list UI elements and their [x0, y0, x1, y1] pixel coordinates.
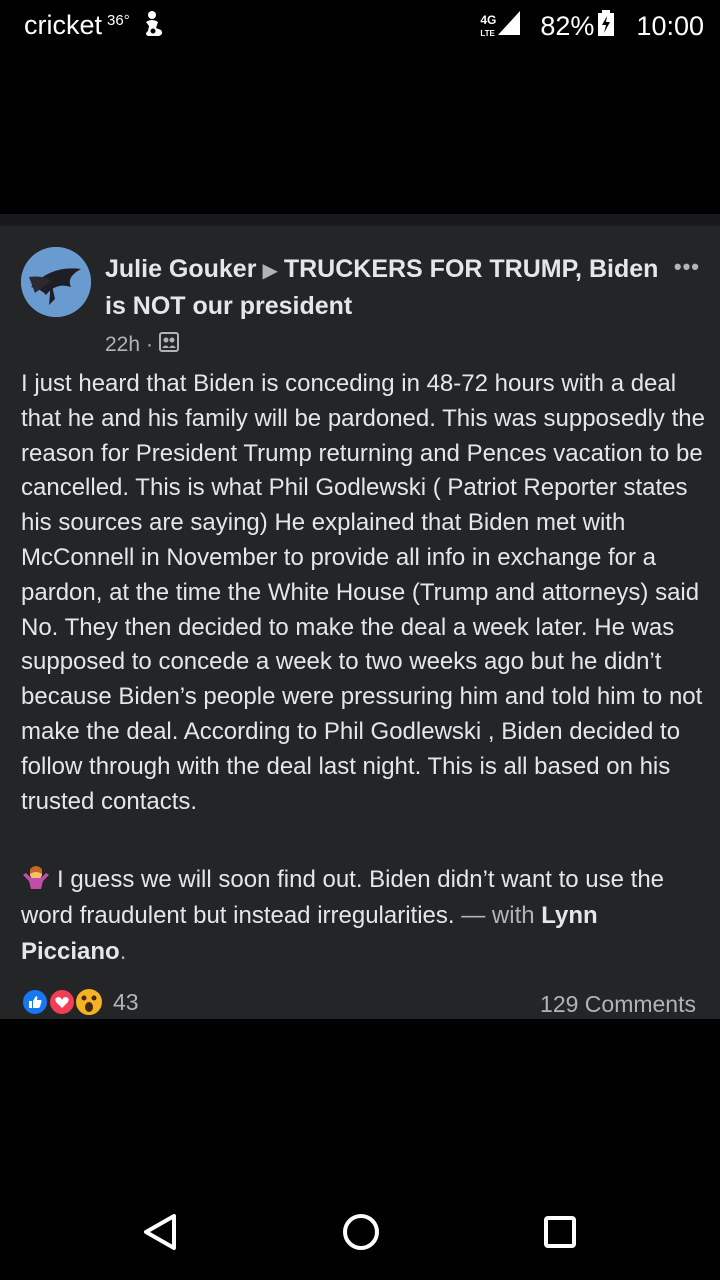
network-type: 4G LTE	[480, 14, 496, 40]
meta-separator: ·	[146, 333, 154, 356]
avatar[interactable]	[21, 247, 91, 317]
group-icon	[159, 332, 180, 358]
temperature: 36°	[107, 12, 130, 29]
arrow-right-icon: ▶	[262, 260, 278, 282]
network-label: 4G	[480, 12, 497, 27]
network-sub-label: LTE	[480, 28, 495, 38]
author-name[interactable]: Julie Gouker	[105, 255, 256, 283]
navigation-bar	[0, 1180, 720, 1280]
back-icon[interactable]	[142, 1212, 178, 1257]
post-timestamp[interactable]: 22h	[105, 333, 140, 357]
battery-percent: 82%	[540, 11, 595, 41]
phone-screen: cricket 36° 4G LTE 82% 10:00 Julie Gouke…	[0, 0, 720, 1280]
status-right: 4G LTE 82% 10:00	[480, 10, 704, 43]
battery-charging-icon	[598, 10, 615, 43]
person-silhouette-icon	[142, 10, 166, 45]
recents-icon[interactable]	[543, 1215, 577, 1254]
status-left: cricket 36°	[24, 10, 166, 45]
post-body-continued: I guess we will soon find out. Biden did…	[21, 862, 706, 970]
card-divider	[0, 214, 720, 226]
reaction-icons	[21, 987, 104, 1017]
comments-count[interactable]: 129 Comments	[540, 991, 696, 1018]
status-bar: cricket 36° 4G LTE 82% 10:00	[0, 0, 720, 52]
clock: 10:00	[636, 11, 704, 41]
with-label: — with	[461, 902, 535, 929]
post-header: Julie Gouker ▶ TRUCKERS FOR TRUMP, Biden i…	[105, 252, 665, 358]
tagged-suffix: .	[119, 938, 127, 965]
signal-icon	[498, 11, 521, 42]
post-card: Julie Gouker ▶ TRUCKERS FOR TRUMP, Biden i…	[0, 214, 720, 1019]
reaction-count: 43	[113, 988, 139, 1015]
shrug-emoji-icon	[21, 865, 51, 891]
author-line: Julie Gouker ▶ TRUCKERS FOR TRUMP, Biden i…	[105, 252, 665, 324]
home-icon[interactable]	[341, 1212, 381, 1257]
more-options-button[interactable]: •••	[674, 254, 700, 280]
carrier-name: cricket	[24, 10, 103, 40]
post-meta: 22h ·	[105, 332, 665, 358]
reactions-summary[interactable]: 43	[21, 986, 139, 1018]
post-body: I just heard that Biden is conceding in …	[21, 370, 705, 815]
